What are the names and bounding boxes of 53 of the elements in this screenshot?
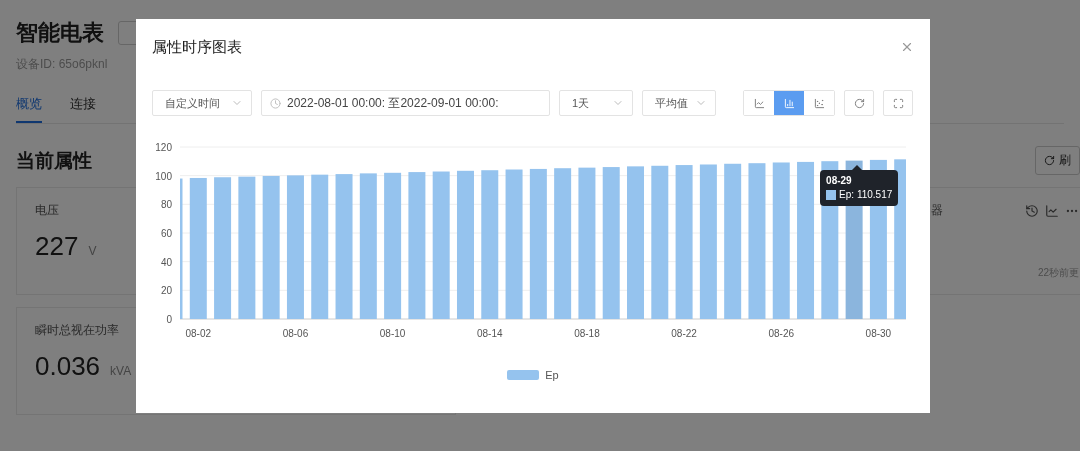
fullscreen-icon — [892, 97, 904, 109]
close-icon[interactable] — [900, 40, 914, 54]
legend-swatch — [507, 370, 540, 380]
axis-label: 08-10 — [379, 328, 406, 339]
axis-label: 60 — [160, 228, 172, 239]
tooltip-value: Ep: 110.517 — [839, 188, 893, 202]
tooltip-date: 08-29 — [826, 174, 853, 188]
date-range-value: 2022-08-01 00:00: 至2022-09-01 00:00: — [287, 94, 499, 112]
axis-label: 0 — [166, 314, 172, 325]
axis-label: 08-02 — [185, 328, 212, 339]
fullscreen-button[interactable] — [883, 90, 913, 116]
axis-label: 100 — [155, 170, 172, 182]
chart-icon[interactable] — [1045, 203, 1059, 218]
history-icon[interactable] — [1025, 203, 1039, 218]
select-value: 自定义时间 — [165, 95, 220, 111]
axis-label: 08-18 — [574, 328, 600, 339]
legend-label: Ep — [545, 369, 559, 381]
select-value: 平均值 — [655, 95, 688, 111]
axis-label: 08-14 — [477, 328, 503, 339]
refresh-button[interactable]: 刷 — [1035, 146, 1080, 175]
refresh-icon — [853, 97, 865, 109]
refresh-icon — [1044, 155, 1055, 166]
page-title: 智能电表 — [16, 19, 104, 47]
axis-label: 08-22 — [671, 328, 697, 339]
aggregate-select[interactable]: 平均值 — [642, 90, 716, 116]
axis-label: 08-26 — [768, 328, 795, 339]
property-unit: kVA — [110, 364, 132, 378]
dialog-title: 属性时序图表 — [152, 37, 242, 57]
date-range-field[interactable]: 2022-08-01 00:00: 至2022-09-01 00:00: — [261, 90, 550, 116]
property-value: 0.036 — [35, 351, 101, 382]
property-value: 227 — [35, 231, 79, 262]
select-value: 1天 — [572, 95, 590, 111]
line-chart-icon — [753, 97, 765, 109]
series-swatch — [826, 190, 837, 200]
axis-label: 08-30 — [865, 328, 892, 339]
reload-button[interactable] — [844, 90, 874, 116]
property-label: 瞬时总视在功率 — [35, 322, 119, 339]
axis-label: 40 — [160, 256, 172, 268]
bar-chart-icon — [783, 97, 795, 109]
axis-label: 08-06 — [282, 328, 309, 339]
section-title: 当前属性 — [16, 148, 92, 173]
property-label: 电压 — [35, 202, 59, 219]
axis-label: 20 — [160, 285, 172, 297]
interval-select[interactable]: 1天 — [559, 90, 633, 116]
tab[interactable]: 连接 — [70, 95, 96, 123]
range-select[interactable]: 自定义时间 — [152, 90, 252, 116]
clock-icon — [270, 97, 281, 109]
bar-chart-button[interactable] — [774, 91, 804, 115]
property-label: 器 — [931, 202, 943, 219]
axis-label: 120 — [155, 142, 172, 153]
scatter-chart-icon — [813, 97, 825, 109]
axis-label: 80 — [160, 199, 172, 211]
property-unit: V — [88, 244, 97, 258]
